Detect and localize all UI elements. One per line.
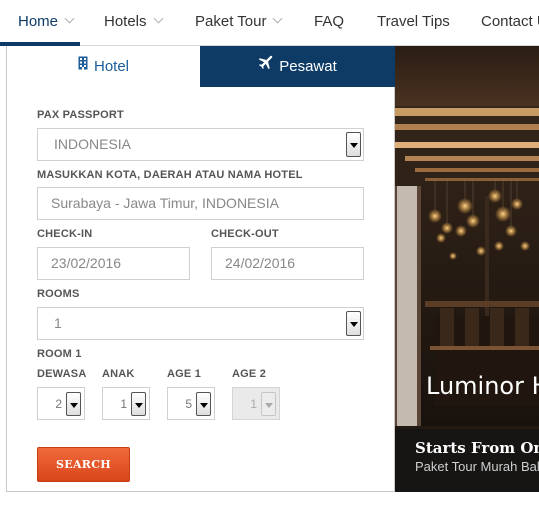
building-icon [78, 45, 88, 86]
nav-item-hotels[interactable]: Hotels [104, 13, 163, 30]
rooms-select[interactable]: 1 [37, 307, 364, 340]
nav-paket-tour-label: Paket Tour [195, 13, 267, 30]
age2-value: 1 [250, 397, 257, 411]
dewasa-value: 2 [55, 397, 62, 411]
checkin-value: 23/02/2016 [51, 255, 122, 271]
promo-starts-from: Starts From Only [415, 439, 539, 457]
nav-faq-label: FAQ [314, 13, 345, 30]
checkin-input[interactable]: 23/02/2016 [37, 247, 190, 280]
tab-pesawat[interactable]: Pesawat [200, 46, 395, 87]
nav-item-contact-us[interactable]: Contact Us [481, 13, 539, 30]
anak-select[interactable]: 1 [102, 387, 150, 420]
checkout-value: 24/02/2016 [225, 255, 296, 271]
checkin-label: CHECK-IN [37, 228, 93, 240]
destination-input[interactable]: Surabaya - Jawa Timur, INDONESIA [37, 187, 364, 220]
dropdown-arrow-icon [346, 132, 361, 157]
destination-value: Surabaya - Jawa Timur, INDONESIA [51, 195, 279, 211]
dropdown-arrow-icon [346, 311, 361, 336]
nav-contact-us-label: Contact Us [481, 13, 539, 30]
pax-passport-value: INDONESIA [54, 136, 132, 152]
search-button[interactable]: SEARCH [37, 447, 130, 482]
age2-label: AGE 2 [232, 368, 267, 380]
dropdown-arrow-icon [196, 392, 211, 416]
dropdown-arrow-icon [66, 392, 81, 416]
promo-caption: Starts From Only Paket Tour Murah Bali [395, 429, 539, 492]
destination-label: MASUKKAN KOTA, DAERAH ATAU NAMA HOTEL [37, 169, 303, 181]
age1-select[interactable]: 5 [167, 387, 215, 420]
nav-item-home[interactable]: Home [18, 13, 75, 30]
age1-value: 5 [185, 397, 192, 411]
pax-passport-label: PAX PASSPORT [37, 109, 124, 121]
checkout-label: CHECK-OUT [211, 228, 279, 240]
pax-passport-select[interactable]: INDONESIA [37, 128, 364, 161]
nav-home-label: Home [18, 13, 59, 30]
booking-panel: Hotel Pesawat PAX PASSPORT INDONESIA MAS… [6, 46, 395, 492]
anak-value: 1 [120, 397, 127, 411]
top-navigation: Home Hotels Paket Tour FAQ Travel Tips C… [0, 0, 539, 46]
checkout-input[interactable]: 24/02/2016 [211, 247, 364, 280]
plane-icon [258, 45, 273, 86]
chevron-down-icon [64, 13, 75, 24]
anak-label: ANAK [102, 368, 135, 380]
promo-banner[interactable]: Luminor Hotel Starts From Only Paket Tou… [395, 46, 539, 492]
dropdown-arrow-icon [131, 392, 146, 416]
rooms-value: 1 [54, 315, 62, 331]
room1-label: ROOM 1 [37, 348, 82, 360]
nav-item-faq[interactable]: FAQ [314, 13, 344, 30]
dropdown-arrow-icon [261, 392, 276, 416]
tab-hotel[interactable]: Hotel [7, 46, 200, 87]
age2-select: 1 [232, 387, 280, 420]
nav-travel-tips-label: Travel Tips [377, 13, 450, 30]
chevron-down-icon [153, 13, 163, 24]
promo-title: Luminor Hotel [426, 372, 539, 400]
restaurant-photo [395, 46, 539, 492]
nav-item-paket-tour[interactable]: Paket Tour [195, 13, 283, 30]
dewasa-select[interactable]: 2 [37, 387, 85, 420]
age1-label: AGE 1 [167, 368, 202, 380]
tab-hotel-label: Hotel [93, 58, 130, 75]
dewasa-label: DEWASA [37, 368, 87, 380]
rooms-label: ROOMS [37, 288, 80, 300]
chevron-down-icon [272, 13, 283, 24]
nav-hotels-label: Hotels [104, 13, 147, 30]
promo-subtitle: Paket Tour Murah Bali [415, 459, 539, 474]
tab-pesawat-label: Pesawat [279, 58, 337, 75]
nav-item-travel-tips[interactable]: Travel Tips [377, 13, 450, 30]
